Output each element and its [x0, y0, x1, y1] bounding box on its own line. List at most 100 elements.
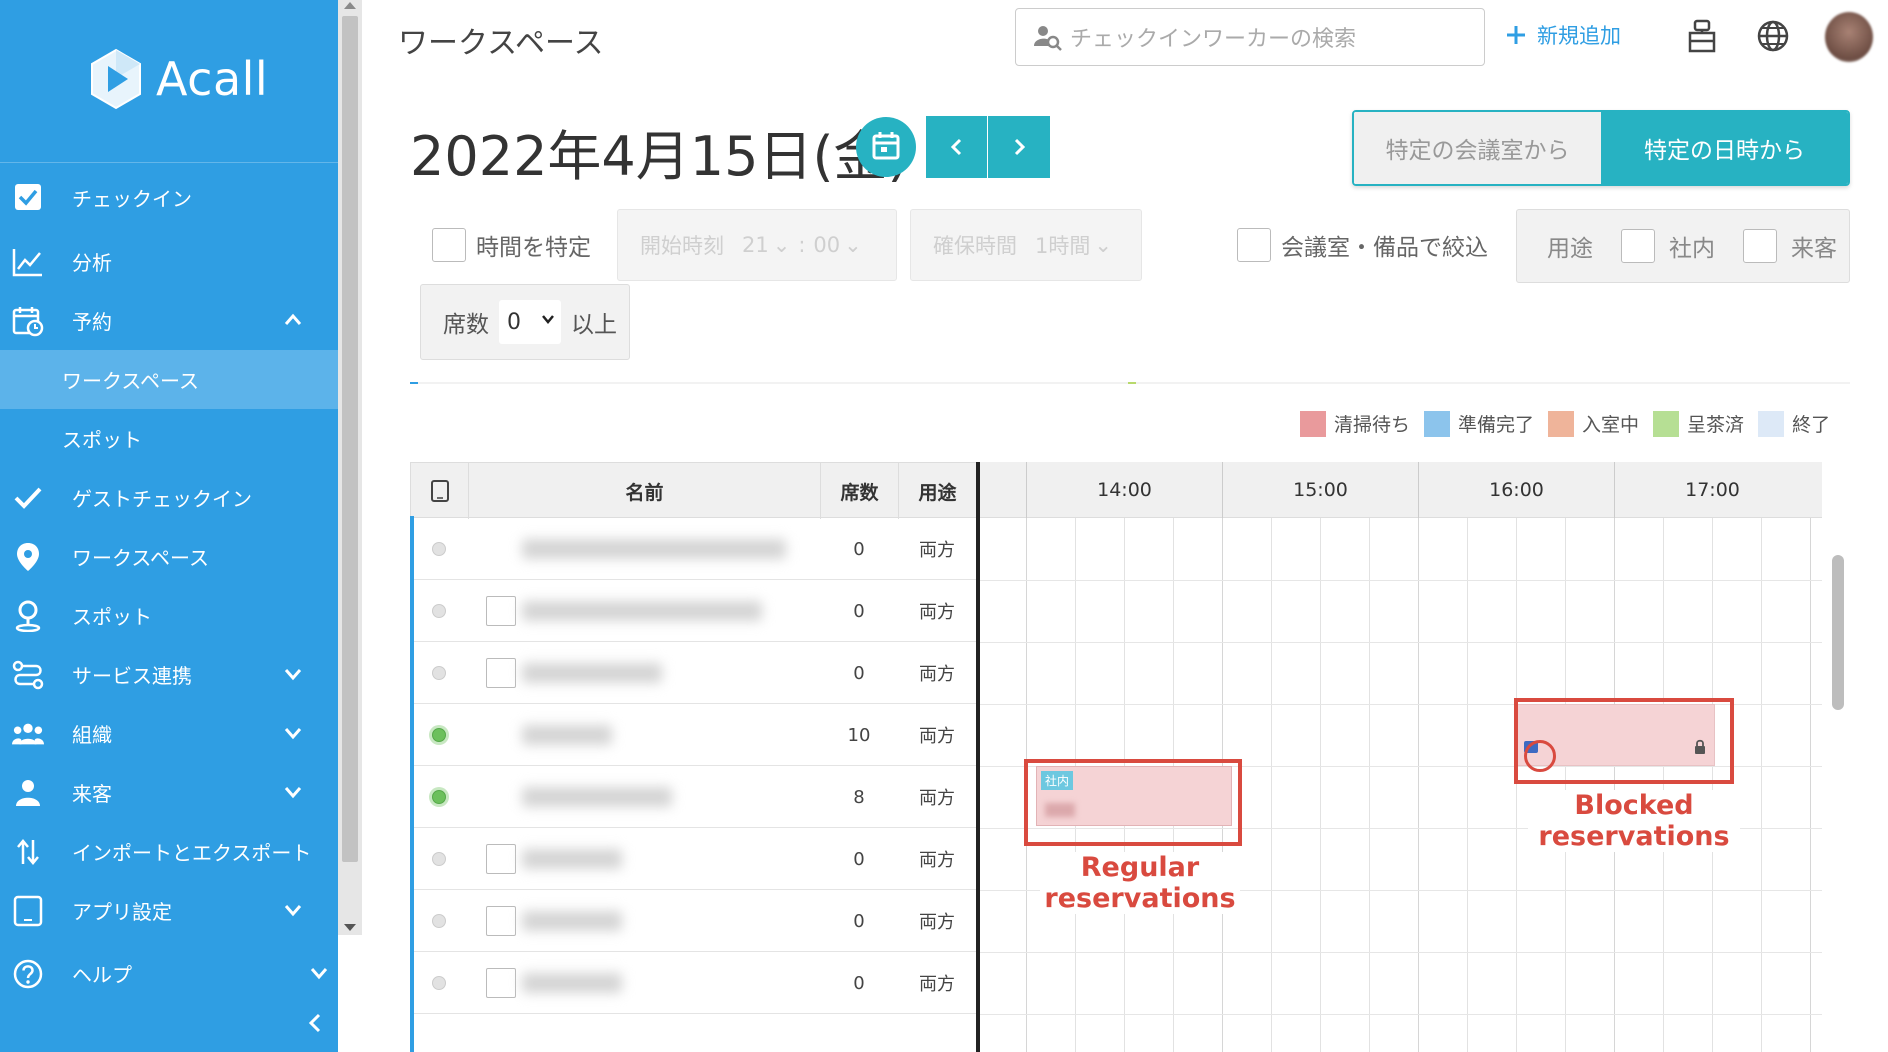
- timeline-header: 14:00 15:00 16:00 17:00: [980, 462, 1822, 518]
- sidebar-scroll-thumb[interactable]: [342, 16, 358, 862]
- table-row[interactable]: 0 両方: [410, 890, 976, 952]
- sidebar-item-reservations[interactable]: 予約: [0, 291, 338, 350]
- sidebar-item-checkin[interactable]: チェックイン: [0, 162, 338, 232]
- column-header-purpose[interactable]: 用途: [899, 463, 977, 519]
- sidebar-item-guest-checkin[interactable]: ゲストチェックイン: [0, 468, 338, 527]
- sidebar-scrollbar[interactable]: [338, 0, 362, 935]
- question-circle-icon: [12, 958, 44, 990]
- status-dot: [432, 790, 446, 804]
- sidebar-item-import-export[interactable]: インポートとエクスポート: [0, 822, 338, 881]
- purpose-visitor-checkbox[interactable]: [1743, 229, 1777, 263]
- room-name-blurred: [522, 663, 662, 683]
- status-dot: [432, 542, 446, 556]
- brand-logo[interactable]: Acall: [88, 48, 268, 110]
- scroll-up-arrow-icon[interactable]: [344, 2, 356, 9]
- room-equipment-checkbox[interactable]: [1237, 228, 1271, 262]
- seats-cell: 0: [853, 600, 865, 622]
- purpose-internal-checkbox[interactable]: [1621, 229, 1655, 263]
- status-cell: [410, 518, 468, 580]
- progress-divider: [410, 382, 1850, 384]
- sidebar-item-analytics[interactable]: 分析: [0, 232, 338, 291]
- calendar-button[interactable]: [856, 117, 916, 177]
- legend-label: 清掃待ち: [1334, 414, 1411, 436]
- column-header-name[interactable]: 名前: [469, 463, 821, 519]
- table-row[interactable]: 0 両方: [410, 952, 976, 1014]
- purpose-cell: 両方: [919, 664, 955, 685]
- start-hour-value: 21: [742, 233, 769, 257]
- purpose-cell: 両方: [919, 850, 955, 871]
- sidebar-item-label: 組織: [72, 723, 112, 747]
- divider-tick-blue: [410, 382, 418, 384]
- timeline-row-line: [980, 642, 1822, 643]
- sidebar-item-label: ゲストチェックイン: [72, 487, 252, 511]
- status-dot: [432, 666, 446, 680]
- purpose-cell: 両方: [919, 912, 955, 933]
- table-row[interactable]: 0 両方: [410, 518, 976, 580]
- purpose-cell: 両方: [919, 788, 955, 809]
- sidebar-item-organization[interactable]: 組織: [0, 704, 338, 763]
- sidebar-item-integrations[interactable]: サービス連携: [0, 645, 338, 704]
- sidebar-item-workspace[interactable]: ワークスペース: [0, 527, 338, 586]
- checkmark-icon: [12, 482, 44, 514]
- time-specify-checkbox[interactable]: [432, 228, 466, 262]
- row-checkbox[interactable]: [486, 658, 516, 688]
- next-day-button[interactable]: [988, 116, 1050, 178]
- table-row[interactable]: 0 両方: [410, 642, 976, 704]
- status-dot: [432, 604, 446, 618]
- lobby-desk-icon[interactable]: [1685, 18, 1721, 54]
- select-all-cell[interactable]: [411, 463, 469, 519]
- sidebar-item-app-settings[interactable]: アプリ設定: [0, 881, 338, 940]
- hour-label: 15:00: [1222, 462, 1418, 518]
- sidebar-item-spot-sub[interactable]: スポット: [0, 409, 338, 468]
- chevron-down-icon: [284, 905, 302, 917]
- sidebar-item-help[interactable]: ヘルプ: [0, 944, 338, 1003]
- table-row[interactable]: 0 両方: [410, 828, 976, 890]
- checkin-worker-search-input[interactable]: チェックインワーカーの検索: [1015, 8, 1485, 66]
- prev-day-button[interactable]: [926, 116, 988, 178]
- row-accent-bar: [410, 516, 414, 1052]
- user-avatar[interactable]: [1825, 12, 1873, 62]
- seats-cell: 0: [853, 538, 865, 560]
- legend-swatch: [1758, 410, 1785, 437]
- seats-select[interactable]: 0: [499, 300, 561, 344]
- purpose-cell: 両方: [919, 602, 955, 623]
- line-chart-icon: [12, 246, 44, 278]
- globe-icon[interactable]: [1755, 18, 1791, 54]
- start-time-select[interactable]: 開始時刻 21 ⌄ : 00 ⌄: [617, 209, 897, 281]
- duration-select[interactable]: 確保時間 1時間 ⌄: [910, 209, 1142, 281]
- chevron-down-icon: [284, 787, 302, 799]
- timeline-gridline: [1810, 518, 1811, 1052]
- row-checkbox[interactable]: [486, 906, 516, 936]
- page-title: ワークスペース: [398, 26, 604, 61]
- legend-label: 呈茶済: [1687, 414, 1745, 436]
- sidebar-item-workspace-sub[interactable]: ワークスペース: [0, 350, 338, 409]
- toggle-by-room[interactable]: 特定の会議室から: [1354, 112, 1601, 184]
- sidebar-item-visitors[interactable]: 来客: [0, 763, 338, 822]
- add-new-button[interactable]: 新規追加: [1505, 20, 1621, 50]
- row-checkbox[interactable]: [486, 968, 516, 998]
- row-checkbox[interactable]: [486, 596, 516, 626]
- table-row[interactable]: 8 両方: [410, 766, 976, 828]
- room-name-blurred: [522, 973, 622, 993]
- timeline-gridline: [1320, 518, 1321, 1052]
- plus-icon: [1507, 26, 1525, 44]
- start-time-label: 開始時刻: [640, 234, 724, 258]
- toggle-by-datetime[interactable]: 特定の日時から: [1601, 112, 1848, 184]
- row-checkbox[interactable]: [486, 844, 516, 874]
- scroll-down-arrow-icon[interactable]: [344, 924, 356, 931]
- room-equipment-filter[interactable]: 会議室・備品で絞込: [1237, 228, 1488, 262]
- purpose-label: 用途: [1547, 236, 1593, 262]
- time-specify-filter[interactable]: 時間を特定: [432, 228, 591, 262]
- sidebar-item-label: ワークスペース: [72, 546, 209, 570]
- legend-swatch: [1300, 410, 1326, 437]
- status-dot: [432, 728, 446, 742]
- purpose-cell: 両方: [919, 540, 955, 561]
- sidebar-collapse-chevron-left-icon[interactable]: [300, 1008, 330, 1038]
- table-row[interactable]: 0 両方: [410, 580, 976, 642]
- column-header-seats[interactable]: 席数: [821, 463, 899, 519]
- grid-scroll-thumb[interactable]: [1832, 555, 1844, 710]
- room-name-blurred: [522, 911, 622, 931]
- sidebar-item-spot[interactable]: スポット: [0, 586, 338, 645]
- timeline-row-line: [980, 1014, 1822, 1015]
- table-row[interactable]: 10 両方: [410, 704, 976, 766]
